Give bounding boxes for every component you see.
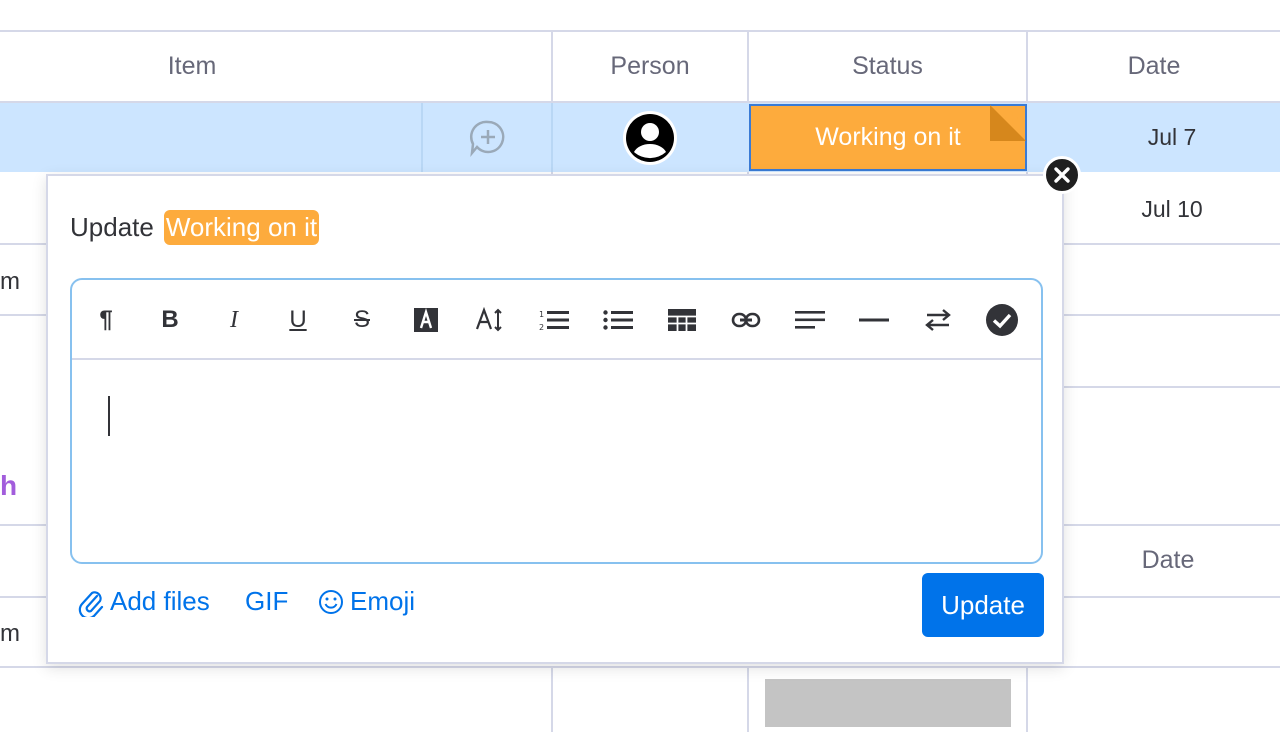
gif-button[interactable]: GIF xyxy=(245,586,288,617)
column-header-date-lower[interactable]: Date xyxy=(1062,526,1274,594)
row-cell-divider xyxy=(421,103,423,172)
paragraph-icon[interactable]: ¶ xyxy=(86,302,126,338)
svg-text:2: 2 xyxy=(539,323,544,332)
divider-icon[interactable] xyxy=(854,302,894,338)
italic-icon[interactable]: I xyxy=(214,302,254,338)
svg-text:1: 1 xyxy=(539,310,544,319)
font-size-icon[interactable] xyxy=(470,302,510,338)
add-files-button[interactable]: Add files xyxy=(78,586,210,617)
group-header-border xyxy=(1062,596,1280,598)
popup-status-chip: Working on it xyxy=(163,210,320,245)
col-divider-date-lower xyxy=(1026,666,1028,732)
status-cell-working[interactable]: Working on it xyxy=(749,104,1027,171)
row-border xyxy=(0,314,48,316)
paperclip-icon xyxy=(78,590,104,617)
emoji-button[interactable]: Emoji xyxy=(318,586,415,617)
update-text-area[interactable] xyxy=(72,360,1041,562)
status-label: Working on it xyxy=(815,123,961,151)
update-editor: ¶ B I U S 12 xyxy=(70,278,1043,564)
item-text-clipped[interactable]: m xyxy=(0,620,20,648)
row-border xyxy=(0,666,1280,668)
table-icon[interactable] xyxy=(662,302,702,338)
close-popup-button[interactable] xyxy=(1043,156,1081,194)
text-caret xyxy=(108,396,110,436)
close-icon xyxy=(1054,167,1070,183)
column-header-item[interactable]: Item xyxy=(0,32,384,100)
col-divider-person-lower xyxy=(551,666,553,732)
row-border xyxy=(1062,243,1280,245)
strikethrough-icon[interactable]: S xyxy=(342,302,382,338)
popup-title-prefix: Update xyxy=(70,212,154,242)
avatar[interactable] xyxy=(622,110,678,166)
row-cell-divider xyxy=(551,103,553,172)
column-header-person[interactable]: Person xyxy=(553,32,747,100)
emoji-label: Emoji xyxy=(350,586,416,616)
bold-icon[interactable]: B xyxy=(150,302,190,338)
text-color-icon[interactable] xyxy=(406,302,446,338)
col-divider-status-lower xyxy=(747,666,749,732)
popup-title: Update Working on it xyxy=(70,210,320,245)
row-border xyxy=(1062,386,1280,388)
link-icon[interactable] xyxy=(726,302,766,338)
group-title-clipped[interactable]: h xyxy=(0,470,17,502)
group-header-border xyxy=(0,524,48,526)
status-cell-empty[interactable] xyxy=(765,679,1011,727)
underline-icon[interactable]: U xyxy=(278,302,318,338)
item-text-clipped[interactable]: m xyxy=(0,268,20,296)
row-border xyxy=(0,243,48,245)
update-popup: Update Working on it ¶ B I U S 12 Add fi… xyxy=(46,174,1064,664)
add-update-icon[interactable] xyxy=(468,118,508,158)
column-header-status[interactable]: Status xyxy=(749,32,1026,100)
column-header-date[interactable]: Date xyxy=(1028,32,1280,100)
add-files-label: Add files xyxy=(110,586,210,616)
group-header-border xyxy=(0,596,48,598)
direction-icon[interactable] xyxy=(918,302,958,338)
status-add-plus-icon[interactable]: + xyxy=(1004,107,1026,131)
smiley-icon xyxy=(319,589,343,614)
numbered-list-icon[interactable]: 12 xyxy=(534,302,574,338)
date-cell[interactable]: Jul 10 xyxy=(1046,196,1280,223)
checkmark-icon[interactable] xyxy=(982,302,1022,338)
row-border xyxy=(1062,314,1280,316)
update-button[interactable]: Update xyxy=(922,573,1044,637)
bullet-list-icon[interactable] xyxy=(598,302,638,338)
gif-label: GIF xyxy=(245,586,289,616)
editor-toolbar: ¶ B I U S 12 xyxy=(72,280,1041,360)
date-cell[interactable]: Jul 7 xyxy=(1046,124,1280,151)
align-icon[interactable] xyxy=(790,302,830,338)
